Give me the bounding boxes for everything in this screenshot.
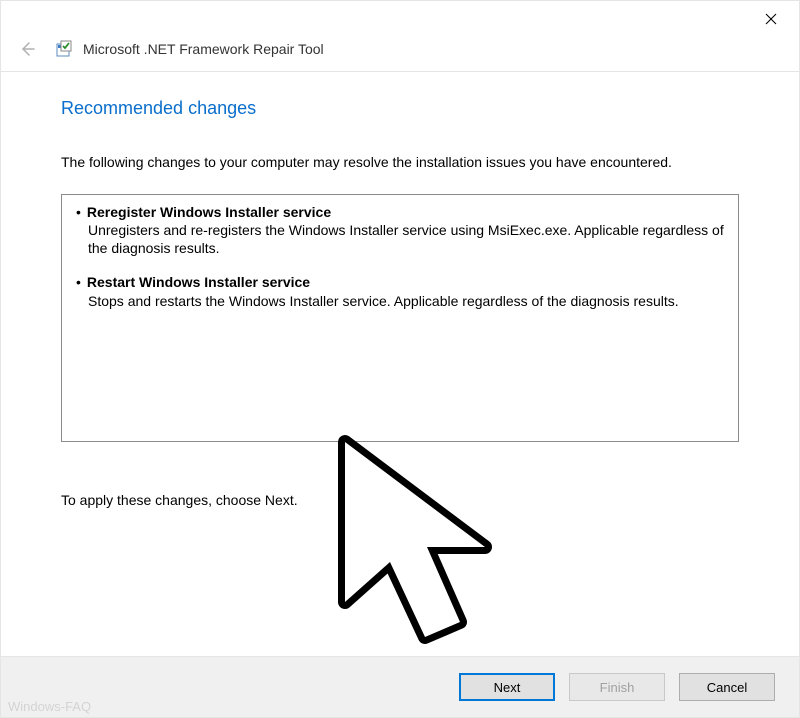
bullet-icon: • (76, 273, 81, 291)
back-arrow-icon (18, 40, 36, 58)
page-heading: Recommended changes (61, 98, 739, 119)
installer-icon (55, 40, 73, 58)
watermark-text: Windows-FAQ (8, 699, 91, 714)
next-button[interactable]: Next (459, 673, 555, 701)
intro-text: The following changes to your computer m… (61, 153, 739, 172)
header-bar: Microsoft .NET Framework Repair Tool (1, 33, 799, 72)
cursor-pointer-overlay (325, 422, 545, 662)
apply-hint: To apply these changes, choose Next. (61, 492, 739, 508)
footer-bar: Next Finish Cancel (1, 656, 799, 717)
change-title: Restart Windows Installer service (87, 273, 310, 291)
close-button[interactable] (751, 5, 791, 33)
change-item: • Reregister Windows Installer service U… (76, 203, 724, 258)
change-description: Unregisters and re-registers the Windows… (88, 221, 724, 257)
app-icon (55, 40, 73, 58)
back-button (17, 39, 37, 59)
cancel-button[interactable]: Cancel (679, 673, 775, 701)
change-item: • Restart Windows Installer service Stop… (76, 273, 724, 309)
bullet-icon: • (76, 203, 81, 221)
titlebar (1, 1, 799, 33)
close-icon (765, 13, 777, 25)
changes-list: • Reregister Windows Installer service U… (61, 194, 739, 442)
content-area: Recommended changes The following change… (1, 72, 799, 656)
change-title: Reregister Windows Installer service (87, 203, 331, 221)
app-title: Microsoft .NET Framework Repair Tool (83, 41, 324, 57)
finish-button: Finish (569, 673, 665, 701)
change-description: Stops and restarts the Windows Installer… (88, 292, 724, 310)
wizard-window: Microsoft .NET Framework Repair Tool Rec… (0, 0, 800, 718)
